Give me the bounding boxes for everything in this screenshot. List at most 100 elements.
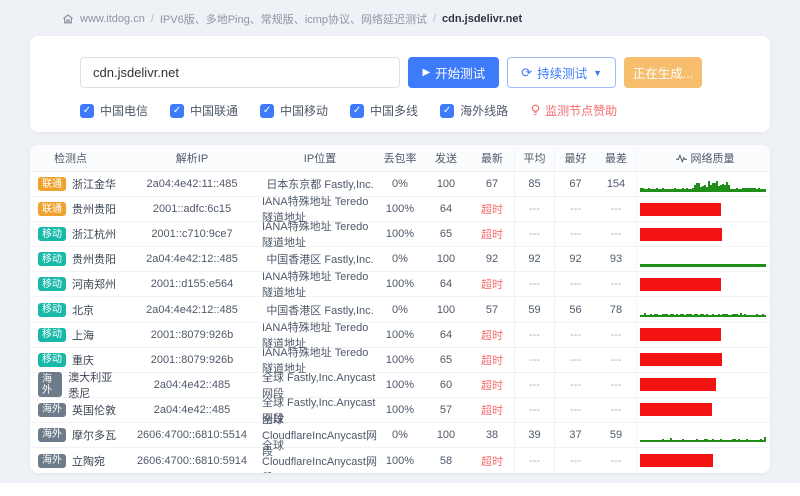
checkbox-china-mobile[interactable]: ✓ 中国移动	[260, 102, 328, 119]
quality-loss-bar	[640, 328, 721, 342]
host-input[interactable]	[80, 57, 401, 88]
network-quality-cell	[636, 347, 770, 372]
node-cell: 海外 立陶宛	[30, 448, 122, 473]
table-row: 海外 立陶宛 2606:4700::6810:5914 全球 CloudflareIn…	[30, 440, 770, 474]
packet-loss-cell: 100%	[385, 454, 415, 467]
best-cell: 37	[554, 422, 596, 448]
node-name: 河南郑州	[72, 279, 116, 292]
header-resolved-ip: 解析IP	[175, 153, 209, 165]
table-row: 移动 重庆 2001::8079:926b IANA特殊地址 Teredo隧道地址 10…	[30, 347, 770, 375]
header-worst: 最差	[605, 153, 627, 165]
quality-sparkline	[640, 177, 766, 192]
quality-loss-bar	[640, 403, 712, 417]
node-name: 浙江杭州	[72, 229, 116, 242]
ip-location-cell: IANA特殊地址 Teredo隧道地址	[262, 221, 369, 250]
average-cell: ---	[514, 397, 554, 422]
average-cell: ---	[514, 222, 554, 247]
sent-cell: 60	[439, 378, 453, 391]
node-name: 英国伦敦	[72, 404, 116, 417]
node-name: 立陶宛	[72, 455, 105, 468]
node-name: 贵州贵阳	[72, 254, 116, 267]
line-badge: 海外	[38, 453, 66, 468]
latest-cell: 超时	[481, 379, 503, 392]
network-quality-cell	[636, 422, 770, 448]
worst-cell: ---	[610, 328, 622, 341]
packet-loss-cell: 0%	[392, 428, 408, 441]
checkbox-checked-icon: ✓	[170, 103, 185, 118]
worst-cell: ---	[610, 228, 622, 241]
generating-button: 正在生成...	[624, 57, 702, 88]
generating-label: 正在生成...	[632, 67, 694, 81]
header-latest: 最新	[481, 153, 503, 165]
sent-cell: 100	[436, 303, 456, 316]
node-name: 重庆	[72, 354, 94, 367]
checkbox-label: 海外线路	[460, 104, 509, 118]
packet-loss-cell: 100%	[385, 328, 415, 341]
line-badge: 移动	[38, 352, 66, 367]
worst-cell: 93	[609, 253, 623, 266]
sent-cell: 100	[436, 428, 456, 441]
header-best: 最好	[554, 150, 596, 166]
packet-loss-cell: 100%	[385, 278, 415, 291]
header-ip-location: IP位置	[303, 153, 337, 165]
resolved-ip-cell: 2a04:4e42:12::485	[146, 253, 238, 266]
resolved-ip-cell: 2a04:4e42::485	[153, 378, 231, 391]
best-cell: ---	[554, 222, 596, 247]
sent-cell: 58	[439, 454, 453, 467]
worst-cell: 78	[609, 303, 623, 316]
line-badge: 移动	[38, 227, 66, 242]
header-packet-loss: 丢包率	[383, 153, 417, 165]
node-cell: 海外 英国伦敦	[30, 398, 122, 422]
network-quality-cell	[636, 222, 770, 247]
packet-loss-cell: 100%	[385, 403, 415, 416]
worst-cell: ---	[610, 454, 622, 467]
continuous-test-button[interactable]: ⟳ 持续测试 ▼	[507, 57, 616, 88]
average-cell: ---	[514, 347, 554, 372]
latest-cell: 超时	[481, 279, 503, 292]
quality-loss-bar	[640, 227, 722, 241]
start-test-label: 开始测试	[435, 67, 486, 81]
table-row: 海外 英国伦敦 2a04:4e42::485 全球 Fastly,Inc.Anycas…	[30, 397, 770, 425]
sent-cell: 65	[439, 228, 453, 241]
line-badge: 联通	[38, 202, 66, 217]
resolved-ip-cell: 2a04:4e42:12::485	[146, 303, 238, 316]
home-icon	[63, 14, 73, 24]
checkbox-overseas[interactable]: ✓ 海外线路	[440, 102, 508, 119]
sent-cell: 64	[439, 328, 453, 341]
average-cell: 85	[514, 172, 554, 197]
breadcrumb-site[interactable]: www.itdog.cn	[80, 13, 145, 25]
network-quality-cell	[636, 322, 770, 347]
chevron-down-icon: ▼	[593, 67, 602, 78]
checkbox-china-unicom[interactable]: ✓ 中国联通	[170, 102, 238, 119]
sponsor-link[interactable]: 监测节点赞助	[530, 102, 617, 119]
node-cell: 联通 贵州贵阳	[30, 197, 122, 221]
start-test-button[interactable]: ▶ 开始测试	[408, 57, 500, 88]
checkbox-china-multiline[interactable]: ✓ 中国多线	[350, 102, 418, 119]
breadcrumb-separator: /	[150, 13, 154, 25]
quality-loss-bar	[640, 454, 713, 468]
node-cell: 移动 北京	[30, 297, 122, 321]
table-header-row: 检测点 解析IP IP位置 丢包率 发送 最新 平均 最好 最差 网络质量	[30, 145, 770, 172]
continuous-test-label: 持续测试	[537, 67, 588, 81]
node-name: 上海	[72, 329, 94, 342]
header-network-quality-label: 网络质量	[690, 153, 735, 165]
sent-cell: 100	[436, 253, 456, 266]
worst-cell: 59	[609, 428, 623, 441]
network-quality-cell	[636, 272, 770, 297]
sent-cell: 57	[439, 403, 453, 416]
sent-cell: 64	[439, 278, 453, 291]
breadcrumb-separator: /	[432, 13, 437, 25]
quality-sparkline	[640, 252, 766, 267]
checkbox-label: 中国电信	[100, 104, 149, 118]
latest-cell: 超时	[481, 354, 503, 367]
line-filter-row: ✓ 中国电信 ✓ 中国联通 ✓ 中国移动 ✓ 中国多线 ✓ 海外线路 监测节点赞…	[80, 102, 702, 119]
header-network-quality: 网络质量	[636, 150, 770, 166]
footer-strip	[0, 483, 800, 496]
line-badge: 移动	[38, 252, 66, 267]
breadcrumb: www.itdog.cn / IPV6版、多地Ping、常规版、icmp协议、网…	[0, 0, 800, 27]
worst-cell: ---	[610, 353, 622, 366]
checkbox-china-telecom[interactable]: ✓ 中国电信	[80, 102, 148, 119]
quality-sparkline	[640, 427, 766, 443]
checkbox-label: 中国移动	[280, 104, 329, 118]
packet-loss-cell: 100%	[385, 353, 415, 366]
